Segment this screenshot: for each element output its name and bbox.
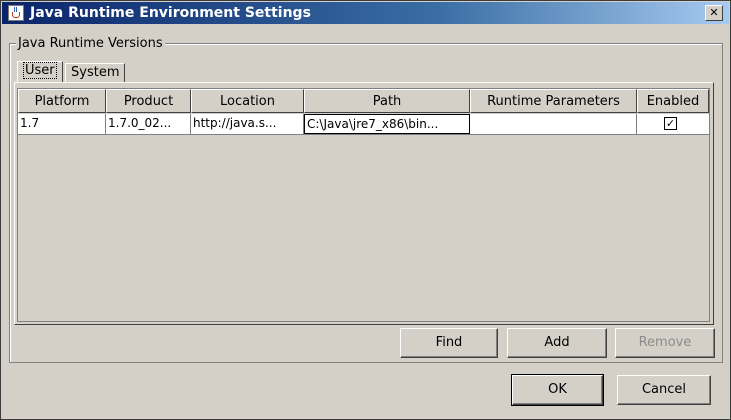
tab-label: User xyxy=(23,62,57,79)
cell-platform[interactable]: 1.7 xyxy=(18,114,106,134)
title-bar[interactable]: Java Runtime Environment Settings ✕ xyxy=(2,2,729,24)
cell-path[interactable]: C:\Java\jre7_x86\bin... xyxy=(304,114,470,134)
column-header-location[interactable]: Location xyxy=(191,89,304,113)
group-legend: Java Runtime Versions xyxy=(16,36,165,51)
column-header-enabled[interactable]: Enabled xyxy=(637,89,709,113)
add-button[interactable]: Add xyxy=(507,328,607,358)
find-button[interactable]: Find xyxy=(400,328,498,358)
jre-table[interactable]: Platform Product Location Path Runtime P… xyxy=(17,88,710,322)
cell-product[interactable]: 1.7.0_02... xyxy=(106,114,191,134)
remove-button[interactable]: Remove xyxy=(615,328,715,358)
tab-user[interactable]: User xyxy=(17,61,63,82)
column-header-path[interactable]: Path xyxy=(304,89,470,113)
table-row[interactable]: 1.7 1.7.0_02... http://java.s... C:\Java… xyxy=(18,114,709,135)
cell-location[interactable]: http://java.s... xyxy=(191,114,304,134)
cancel-button[interactable]: Cancel xyxy=(617,375,711,405)
column-header-runtime-parameters[interactable]: Runtime Parameters xyxy=(470,89,637,113)
ok-button[interactable]: OK xyxy=(511,374,604,406)
column-header-platform[interactable]: Platform xyxy=(18,89,106,113)
tab-label: System xyxy=(71,65,120,80)
close-icon[interactable]: ✕ xyxy=(705,5,723,21)
java-app-icon xyxy=(8,5,24,21)
cell-enabled[interactable]: ✓ xyxy=(637,114,709,134)
enabled-checkbox[interactable]: ✓ xyxy=(664,117,677,130)
window-title: Java Runtime Environment Settings xyxy=(30,5,311,21)
cell-runtime-parameters[interactable] xyxy=(470,114,637,134)
tab-system[interactable]: System xyxy=(65,63,126,82)
column-header-product[interactable]: Product xyxy=(106,89,191,113)
